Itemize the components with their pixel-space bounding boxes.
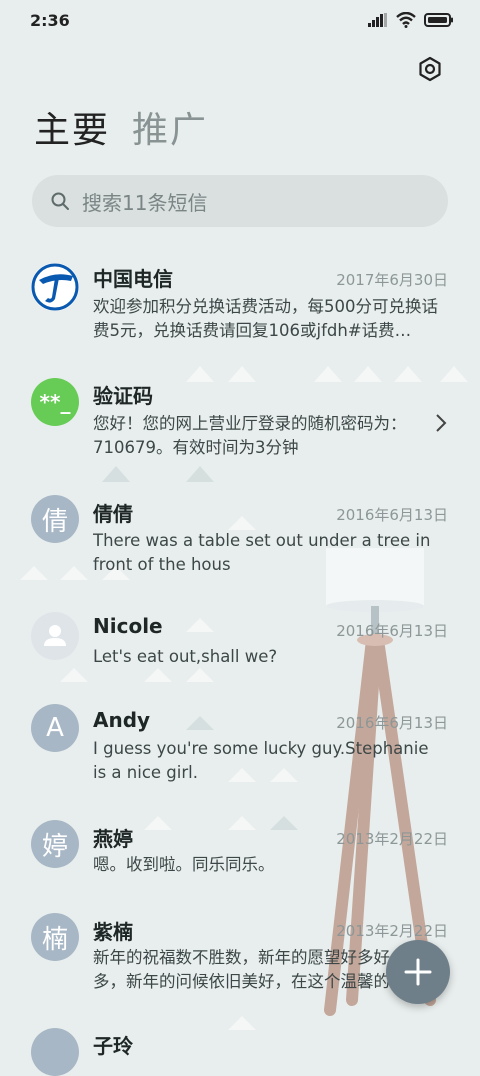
message-date: 2013年2月22日 (336, 830, 448, 848)
message-preview: 嗯。收到啦。同乐同乐。 (93, 855, 275, 874)
new-message-button[interactable] (386, 940, 450, 1004)
search-placeholder: 搜索11条短信 (82, 190, 208, 215)
message-preview: There was a table set out under a tree i… (93, 531, 431, 574)
message-preview: I guess you're some lucky guy.Stephanie … (93, 739, 429, 782)
message-item-qianqian[interactable]: 倩 倩倩 2016年6月13日 There was a table set ou… (0, 490, 480, 590)
settings-button[interactable] (416, 55, 444, 83)
message-item-china-telecom[interactable]: 中国电信 2017年6月30日 欢迎参加积分兑换话费活动，每500分可兑换话费5… (0, 255, 480, 365)
message-preview: Let's eat out,shall we? (93, 647, 278, 666)
message-date: 2016年6月13日 (336, 622, 448, 640)
message-date: 2016年6月13日 (336, 714, 448, 732)
sender-name: 中国电信 (93, 267, 173, 291)
settings-icon (419, 56, 441, 82)
contact-avatar: 楠 (31, 913, 79, 961)
search-bar[interactable]: 搜索11条短信 (32, 175, 448, 227)
person-icon (31, 612, 79, 660)
status-icons (368, 12, 454, 28)
sender-name: 验证码 (93, 384, 153, 408)
message-preview: 欢迎参加积分兑换话费活动，每500分可兑换话费5元，兑换话费请回复106或jfd… (93, 297, 438, 340)
signal-icon (368, 13, 387, 27)
contact-avatar: 婷 (31, 820, 79, 868)
verification-code-avatar: **_ (31, 378, 79, 426)
contact-avatar (31, 1028, 79, 1076)
message-item-ziling[interactable]: 子玲 (0, 1028, 480, 1076)
plus-icon (404, 958, 432, 986)
message-date: 2017年6月30日 (336, 271, 448, 289)
message-item-nicole[interactable]: Nicole 2016年6月13日 Let's eat out,shall we… (0, 610, 480, 690)
message-item-andy[interactable]: A Andy 2016年6月13日 I guess you're some lu… (0, 704, 480, 804)
message-item-yanting[interactable]: 婷 燕婷 2013年2月22日 嗯。收到啦。同乐同乐。 (0, 820, 480, 900)
contact-avatar: A (31, 704, 79, 752)
sender-name: 燕婷 (93, 827, 133, 851)
message-preview: 新年的祝福数不胜数，新年的愿望好多好多，新年的问候依旧美好，在这个温馨的时刻 (93, 948, 390, 991)
tab-bar: 主要 推广 (34, 108, 208, 154)
sender-name: Andy (93, 708, 151, 732)
search-icon (51, 192, 69, 210)
tab-promotions[interactable]: 推广 (132, 108, 208, 154)
message-item-verification[interactable]: **_ 验证码 您好！您的网上营业厅登录的随机密码为：710679。有效时间为3… (0, 372, 480, 472)
contact-avatar: 倩 (31, 495, 79, 543)
sender-name: Nicole (93, 614, 163, 638)
message-date: 2016年6月13日 (336, 506, 448, 524)
sender-name: 倩倩 (93, 502, 133, 526)
sender-name: 子玲 (93, 1034, 133, 1058)
wifi-icon (396, 12, 416, 28)
china-telecom-logo-icon (31, 263, 79, 311)
battery-icon (424, 13, 453, 27)
message-date: 2013年2月22日 (336, 922, 448, 940)
sender-name: 紫楠 (93, 920, 133, 944)
tab-primary[interactable]: 主要 (34, 108, 110, 154)
status-time: 2:36 (30, 11, 70, 30)
message-preview: 您好！您的网上营业厅登录的随机密码为：710679。有效时间为3分钟 (93, 414, 407, 457)
status-bar: 2:36 (0, 0, 480, 40)
